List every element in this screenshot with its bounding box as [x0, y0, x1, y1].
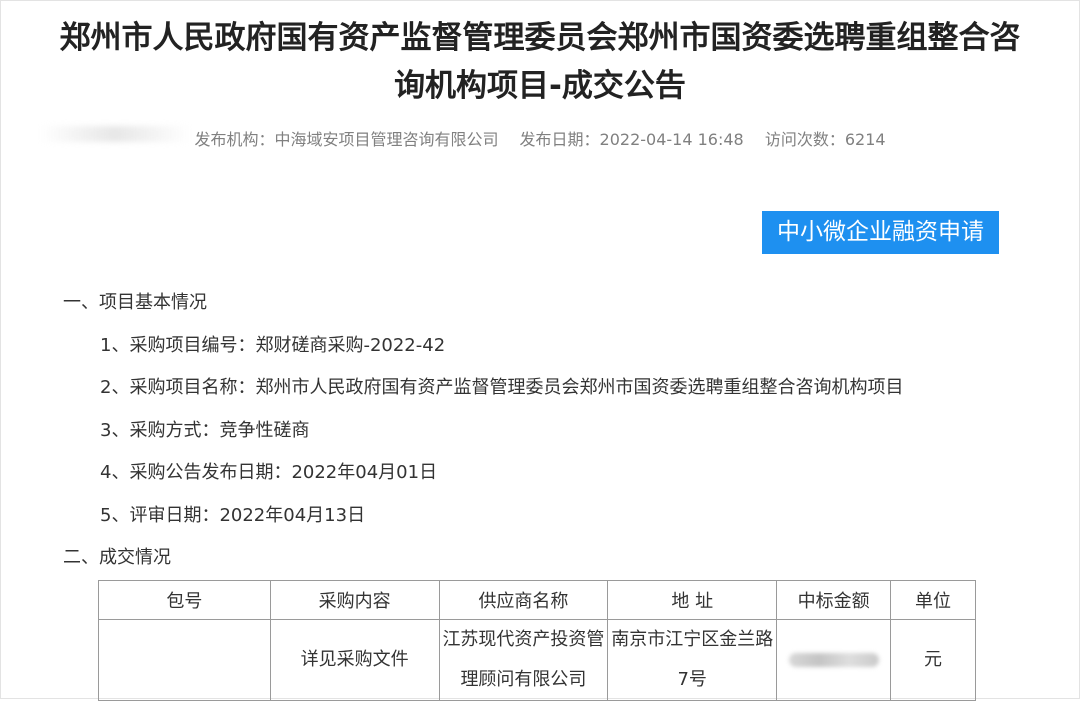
deal-table: 包号 采购内容 供应商名称 地 址 中标金额 单位 详见采购文件 江苏现代资产投…: [98, 580, 976, 701]
unit-cell: 元: [890, 619, 976, 701]
column-header: 包号: [98, 580, 271, 620]
list-item: 1、采购项目编号：郑财磋商采购-2022-42: [100, 335, 446, 356]
column-header: 采购内容: [269, 580, 440, 620]
sme-finance-apply-button[interactable]: 中小微企业融资申请: [762, 211, 999, 254]
table-row: 详见采购文件 江苏现代资产投资管理顾问有限公司 南京市江宁区金兰路7号 元: [98, 619, 976, 701]
list-item: 3、采购方式：竞争性磋商: [100, 420, 310, 441]
amount-cell: [776, 619, 892, 701]
column-header: 地 址: [607, 580, 778, 620]
column-header: 中标金额: [776, 580, 892, 620]
list-item: 5、评审日期：2022年04月13日: [100, 505, 366, 526]
table-header-row: 包号 采购内容 供应商名称 地 址 中标金额 单位: [98, 580, 976, 620]
supplier-cell: 江苏现代资产投资管理顾问有限公司: [438, 619, 609, 701]
column-header: 供应商名称: [438, 580, 609, 620]
column-header: 单位: [890, 580, 976, 620]
redacted-amount: [788, 653, 879, 667]
publish-date: 发布日期：2022-04-14 16:48: [519, 130, 744, 149]
page-title: 郑州市人民政府国有资产监督管理委员会郑州市国资委选聘重组整合咨 询机构项目-成交…: [20, 14, 1060, 110]
content-cell: 详见采购文件: [269, 619, 440, 701]
list-item: 2、采购项目名称：郑州市人民政府国有资产监督管理委员会郑州市国资委选聘重组整合咨…: [100, 377, 904, 398]
title-line-1: 郑州市人民政府国有资产监督管理委员会郑州市国资委选聘重组整合咨: [59, 20, 1021, 56]
section-heading-deal: 二、成交情况: [63, 547, 171, 568]
list-item: 4、采购公告发布日期：2022年04月01日: [100, 462, 438, 483]
publisher-label: 发布机构：中海域安项目管理咨询有限公司: [194, 130, 499, 149]
package-cell: [98, 619, 271, 701]
section-heading-basic-info: 一、项目基本情况: [63, 292, 207, 313]
visit-count: 访问次数：6214: [764, 130, 886, 149]
title-line-2: 询机构项目-成交公告: [394, 68, 686, 104]
address-cell: 南京市江宁区金兰路7号: [607, 619, 778, 701]
article-meta: 发布机构：中海域安项目管理咨询有限公司 发布日期：2022-04-14 16:4…: [0, 128, 1080, 152]
